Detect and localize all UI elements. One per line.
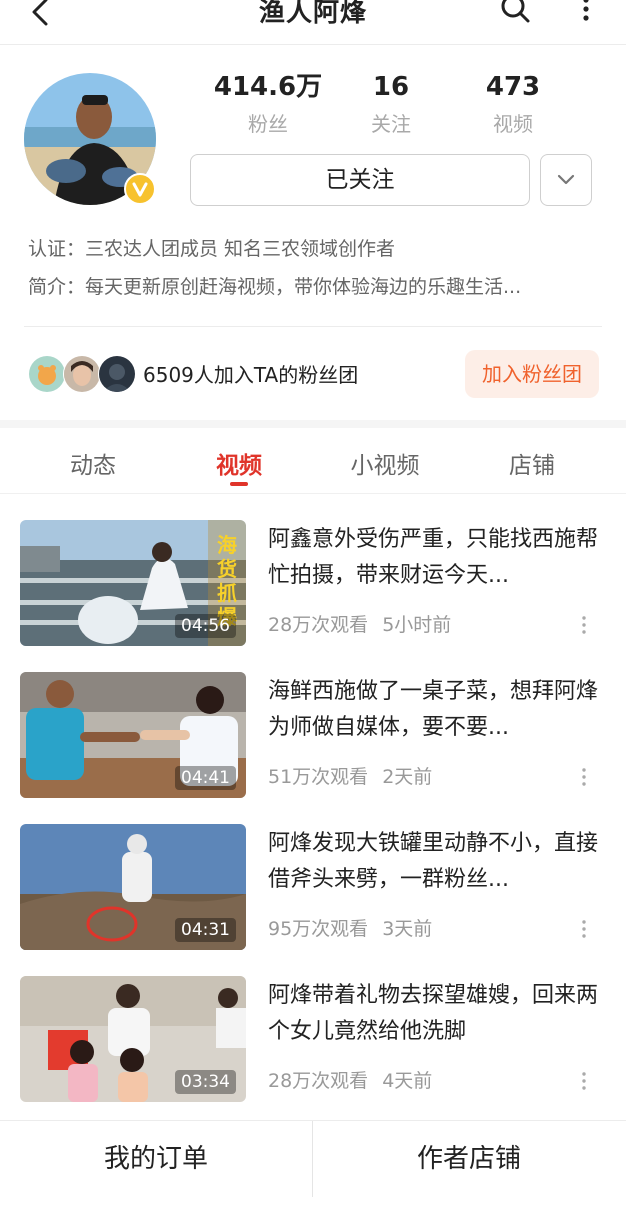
more-vertical-icon[interactable] [578,918,590,940]
video-title[interactable]: 阿烽发现大铁罐里动静不小，直接借斧头来劈，一群粉丝... [268,826,598,898]
chevron-down-icon [557,174,575,185]
author-store-button[interactable]: 作者店铺 [313,1121,625,1197]
video-item[interactable]: 03:34 阿烽带着礼物去探望雄嫂，回来两个女儿竟然给他洗脚 28万次观看 4天前 [0,976,626,1102]
video-meta: 95万次观看 3天前 [268,914,432,941]
certification-text: 认证：三农达人团成员 知名三农领域创作者 [28,238,396,260]
video-meta: 28万次观看 5小时前 [268,610,451,637]
more-vertical-icon[interactable] [572,0,600,30]
fan-avatar [63,355,101,393]
stat-label: 视频 [493,112,533,136]
section-separator [0,420,626,428]
stat-label: 粉丝 [248,112,288,136]
search-icon[interactable] [498,0,534,28]
divider [24,326,602,327]
video-item[interactable]: 04:31 阿烽发现大铁罐里动静不小，直接借斧头来劈，一群粉丝... 95万次观… [0,824,626,950]
active-tab-indicator [230,482,248,486]
stat-value: 414.6万 [213,72,323,102]
more-vertical-icon[interactable] [578,766,590,788]
stat-fans[interactable]: 414.6万 粉丝 [203,70,333,137]
my-orders-button[interactable]: 我的订单 [0,1121,312,1197]
video-title[interactable]: 海鲜西施做了一桌子菜，想拜阿烽为师做自媒体，要不要... [268,674,598,746]
more-vertical-icon[interactable] [578,614,590,636]
video-thumbnail[interactable]: 03:34 [20,976,246,1102]
publish-time: 4天前 [382,1070,433,1092]
video-title[interactable]: 阿鑫意外受伤严重，只能找西施帮忙拍摄，带来财运今天... [268,522,598,594]
verified-badge-icon [124,173,156,205]
stat-label: 关注 [371,112,411,136]
video-duration: 04:31 [175,918,236,942]
stat-value: 16 [372,72,410,102]
video-thumbnail[interactable]: 04:31 [20,824,246,950]
video-thumbnail[interactable]: 海货抓爆 04:56 [20,520,246,646]
tab-short-videos[interactable]: 小视频 [325,446,445,480]
view-count: 28万次观看 [268,614,369,636]
stat-value: 473 [485,72,541,102]
video-title[interactable]: 阿烽带着礼物去探望雄嫂，回来两个女儿竟然给他洗脚 [268,978,598,1050]
video-meta: 28万次观看 4天前 [268,1066,432,1093]
video-duration: 04:41 [175,766,236,790]
video-duration: 04:56 [175,614,236,638]
stat-videos[interactable]: 473 视频 [448,70,578,137]
publish-time: 2天前 [382,766,433,788]
view-count: 28万次观看 [268,1070,369,1092]
view-count: 51万次观看 [268,766,369,788]
video-duration: 03:34 [175,1070,236,1094]
top-nav-bar: 渔人阿烽 [0,0,626,45]
fan-avatar [28,355,66,393]
video-meta: 51万次观看 2天前 [268,762,432,789]
recommend-dropdown-button[interactable] [540,154,592,206]
video-thumbnail[interactable]: 04:41 [20,672,246,798]
video-item[interactable]: 04:41 海鲜西施做了一桌子菜，想拜阿烽为师做自媒体，要不要... 51万次观… [0,672,626,798]
fan-avatar [98,355,136,393]
bottom-action-bar: 我的订单 作者店铺 [0,1120,626,1222]
tab-videos[interactable]: 视频 [179,446,299,480]
stat-following[interactable]: 16 关注 [326,70,456,137]
profile-page: 渔人阿烽 414.6万 粉丝 16 关注 473 视频 已关注 认证：三农达人团… [0,0,626,1222]
tab-store[interactable]: 店铺 [472,446,592,480]
publish-time: 5小时前 [382,614,452,636]
publish-time: 3天前 [382,918,433,940]
intro-text[interactable]: 简介：每天更新原创赶海视频，带你体验海边的乐趣生活... [28,272,608,299]
video-item[interactable]: 海货抓爆 04:56 阿鑫意外受伤严重，只能找西施帮忙拍摄，带来财运今天... … [0,520,626,646]
more-vertical-icon[interactable] [578,1070,590,1092]
fan-group-count[interactable]: 6509人加入TA的粉丝团 [143,359,358,388]
tab-feed[interactable]: 动态 [33,446,153,480]
followed-button[interactable]: 已关注 [190,154,530,206]
view-count: 95万次观看 [268,918,369,940]
divider [0,493,626,494]
join-fan-group-button[interactable]: 加入粉丝团 [465,350,599,398]
